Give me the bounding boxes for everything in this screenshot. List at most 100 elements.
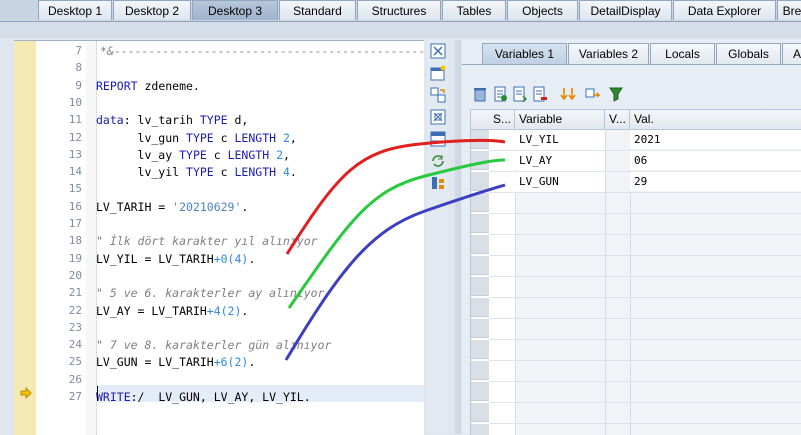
line-number: 13: [68, 147, 82, 161]
variable-value-cell[interactable]: 2021: [630, 130, 801, 149]
line-number: 10: [68, 95, 82, 109]
trash-icon[interactable]: [472, 86, 488, 102]
row-selector[interactable]: [471, 424, 489, 435]
row-selector[interactable]: [471, 193, 489, 212]
swap-tool-icon[interactable]: [430, 87, 446, 103]
row-selector[interactable]: [471, 382, 489, 401]
variable-name-cell[interactable]: LV_YIL: [515, 130, 605, 149]
row-selector[interactable]: [471, 151, 489, 170]
save-variables-icon[interactable]: [512, 86, 528, 102]
tab-structures[interactable]: Structures: [357, 0, 441, 20]
row-divider: [489, 192, 801, 193]
row-selector[interactable]: [471, 319, 489, 338]
maximize-icon[interactable]: [430, 109, 446, 125]
line-number: 14: [68, 165, 82, 179]
row-divider: [489, 318, 801, 319]
line-number: 20: [68, 268, 82, 282]
refresh-icon[interactable]: [430, 153, 446, 169]
tools-icon[interactable]: [430, 175, 446, 191]
row-selector[interactable]: [471, 340, 489, 359]
column-status[interactable]: S...: [489, 110, 515, 129]
code-line: LV_TARIH = '20210629'.: [96, 199, 249, 214]
tab-data-explorer[interactable]: Data Explorer: [673, 0, 776, 20]
column-v[interactable]: V...: [605, 110, 630, 129]
line-number: 22: [68, 303, 82, 317]
variables-grid: S... Variable V... Val. LV_YIL 2021 LV_AY 0…: [470, 109, 801, 435]
row-divider: [489, 255, 801, 256]
code-line: data: lv_tarih TYPE d,: [96, 113, 249, 128]
line-number: 15: [68, 182, 82, 196]
tab-overflow-debugger[interactable]: A: [782, 43, 801, 64]
code-line: LV_YIL = LV_TARIH+0(4).: [96, 251, 256, 266]
tab-variables-1[interactable]: Variables 1: [482, 43, 567, 64]
import-icon[interactable]: [492, 86, 508, 102]
editor-toolbar: [427, 40, 449, 434]
variable-value-cell[interactable]: 29: [630, 172, 801, 191]
empty-area-variable-col: [515, 192, 605, 435]
frame-strip: [0, 22, 801, 38]
code-line: " İlk dört karakter yıl alınıyor: [96, 234, 318, 249]
transfer-icon[interactable]: [584, 86, 600, 102]
tab-detaildisplay[interactable]: DetailDisplay: [579, 0, 672, 20]
row-divider: [489, 339, 801, 340]
close-window-icon[interactable]: [430, 43, 446, 59]
tab-locals[interactable]: Locals: [650, 43, 715, 64]
delete-variables-icon[interactable]: [532, 86, 548, 102]
code-line: LV_GUN = LV_TARIH+6(2).: [96, 355, 256, 370]
row-selector[interactable]: [471, 256, 489, 275]
variable-value-cell[interactable]: 06: [630, 151, 801, 170]
tab-standard[interactable]: Standard: [279, 0, 356, 20]
row-selector[interactable]: [471, 214, 489, 233]
tab-variables-2[interactable]: Variables 2: [568, 43, 649, 64]
line-numbers: 7 8 9 10 11 12 13 14 15 16 17 18 19 20 21 22 23 24 25 26 27: [36, 41, 86, 435]
execution-arrow-icon: [20, 387, 32, 399]
row-selector[interactable]: [471, 277, 489, 296]
tab-desktop-1[interactable]: Desktop 1: [38, 0, 112, 20]
tab-objects[interactable]: Objects: [507, 0, 578, 20]
row-selector[interactable]: [471, 130, 489, 149]
row-selector[interactable]: [471, 403, 489, 422]
tab-desktop-2[interactable]: Desktop 2: [113, 0, 191, 20]
column-value[interactable]: Val.: [630, 110, 801, 129]
code-line: REPORT zdeneme.: [96, 78, 200, 93]
code-line: lv_gun TYPE c LENGTH 2,: [96, 130, 297, 145]
row-selector[interactable]: [471, 172, 489, 191]
line-number: 21: [68, 286, 82, 300]
filter-icon[interactable]: [608, 86, 624, 102]
line-number: 26: [68, 372, 82, 386]
code-line: WRITE:/ LV_GUN, LV_AY, LV_YIL.: [96, 390, 311, 404]
tab-overflow[interactable]: Bre: [777, 0, 801, 20]
row-divider: [489, 360, 801, 361]
line-number: 18: [68, 234, 82, 248]
new-window-icon[interactable]: [430, 65, 446, 81]
desktop-tab-strip: Desktop 1 Desktop 2 Desktop 3 Standard S…: [0, 0, 801, 22]
line-number: 16: [68, 199, 82, 213]
source-code-editor[interactable]: 7 8 9 10 11 12 13 14 15 16 17 18 19 20 21 22 23 24 25 26 27 …: [14, 40, 424, 435]
line-number: 9: [75, 78, 82, 92]
column-divider: [605, 129, 606, 435]
line-number: 25: [68, 355, 82, 369]
code-line: lv_yil TYPE c LENGTH 4.: [96, 165, 297, 180]
tab-tables[interactable]: Tables: [442, 0, 506, 20]
row-divider: [489, 276, 801, 277]
row-divider: [489, 402, 801, 403]
layout-icon[interactable]: [430, 131, 446, 147]
row-selector[interactable]: [471, 361, 489, 380]
sort-icon[interactable]: [560, 86, 576, 102]
tab-globals[interactable]: Globals: [716, 43, 781, 64]
tab-desktop-3[interactable]: Desktop 3: [192, 0, 278, 20]
breakpoint-gutter[interactable]: [14, 41, 36, 435]
line-number: 24: [68, 338, 82, 352]
row-selector[interactable]: [471, 235, 489, 254]
variable-name-cell[interactable]: LV_AY: [515, 151, 605, 170]
line-number: 12: [68, 130, 82, 144]
text-cursor: [97, 386, 98, 401]
column-variable[interactable]: Variable: [515, 110, 605, 129]
line-number: 7: [75, 44, 82, 57]
variable-name-cell[interactable]: LV_GUN: [515, 172, 605, 191]
line-number: 8: [75, 61, 82, 75]
code-line: " 7 ve 8. karakterler gün alınıyor: [96, 338, 332, 353]
row-selector[interactable]: [471, 298, 489, 317]
code-line: " 5 ve 6. karakterler ay alınıyor: [96, 286, 325, 301]
pane-splitter[interactable]: [455, 40, 461, 434]
